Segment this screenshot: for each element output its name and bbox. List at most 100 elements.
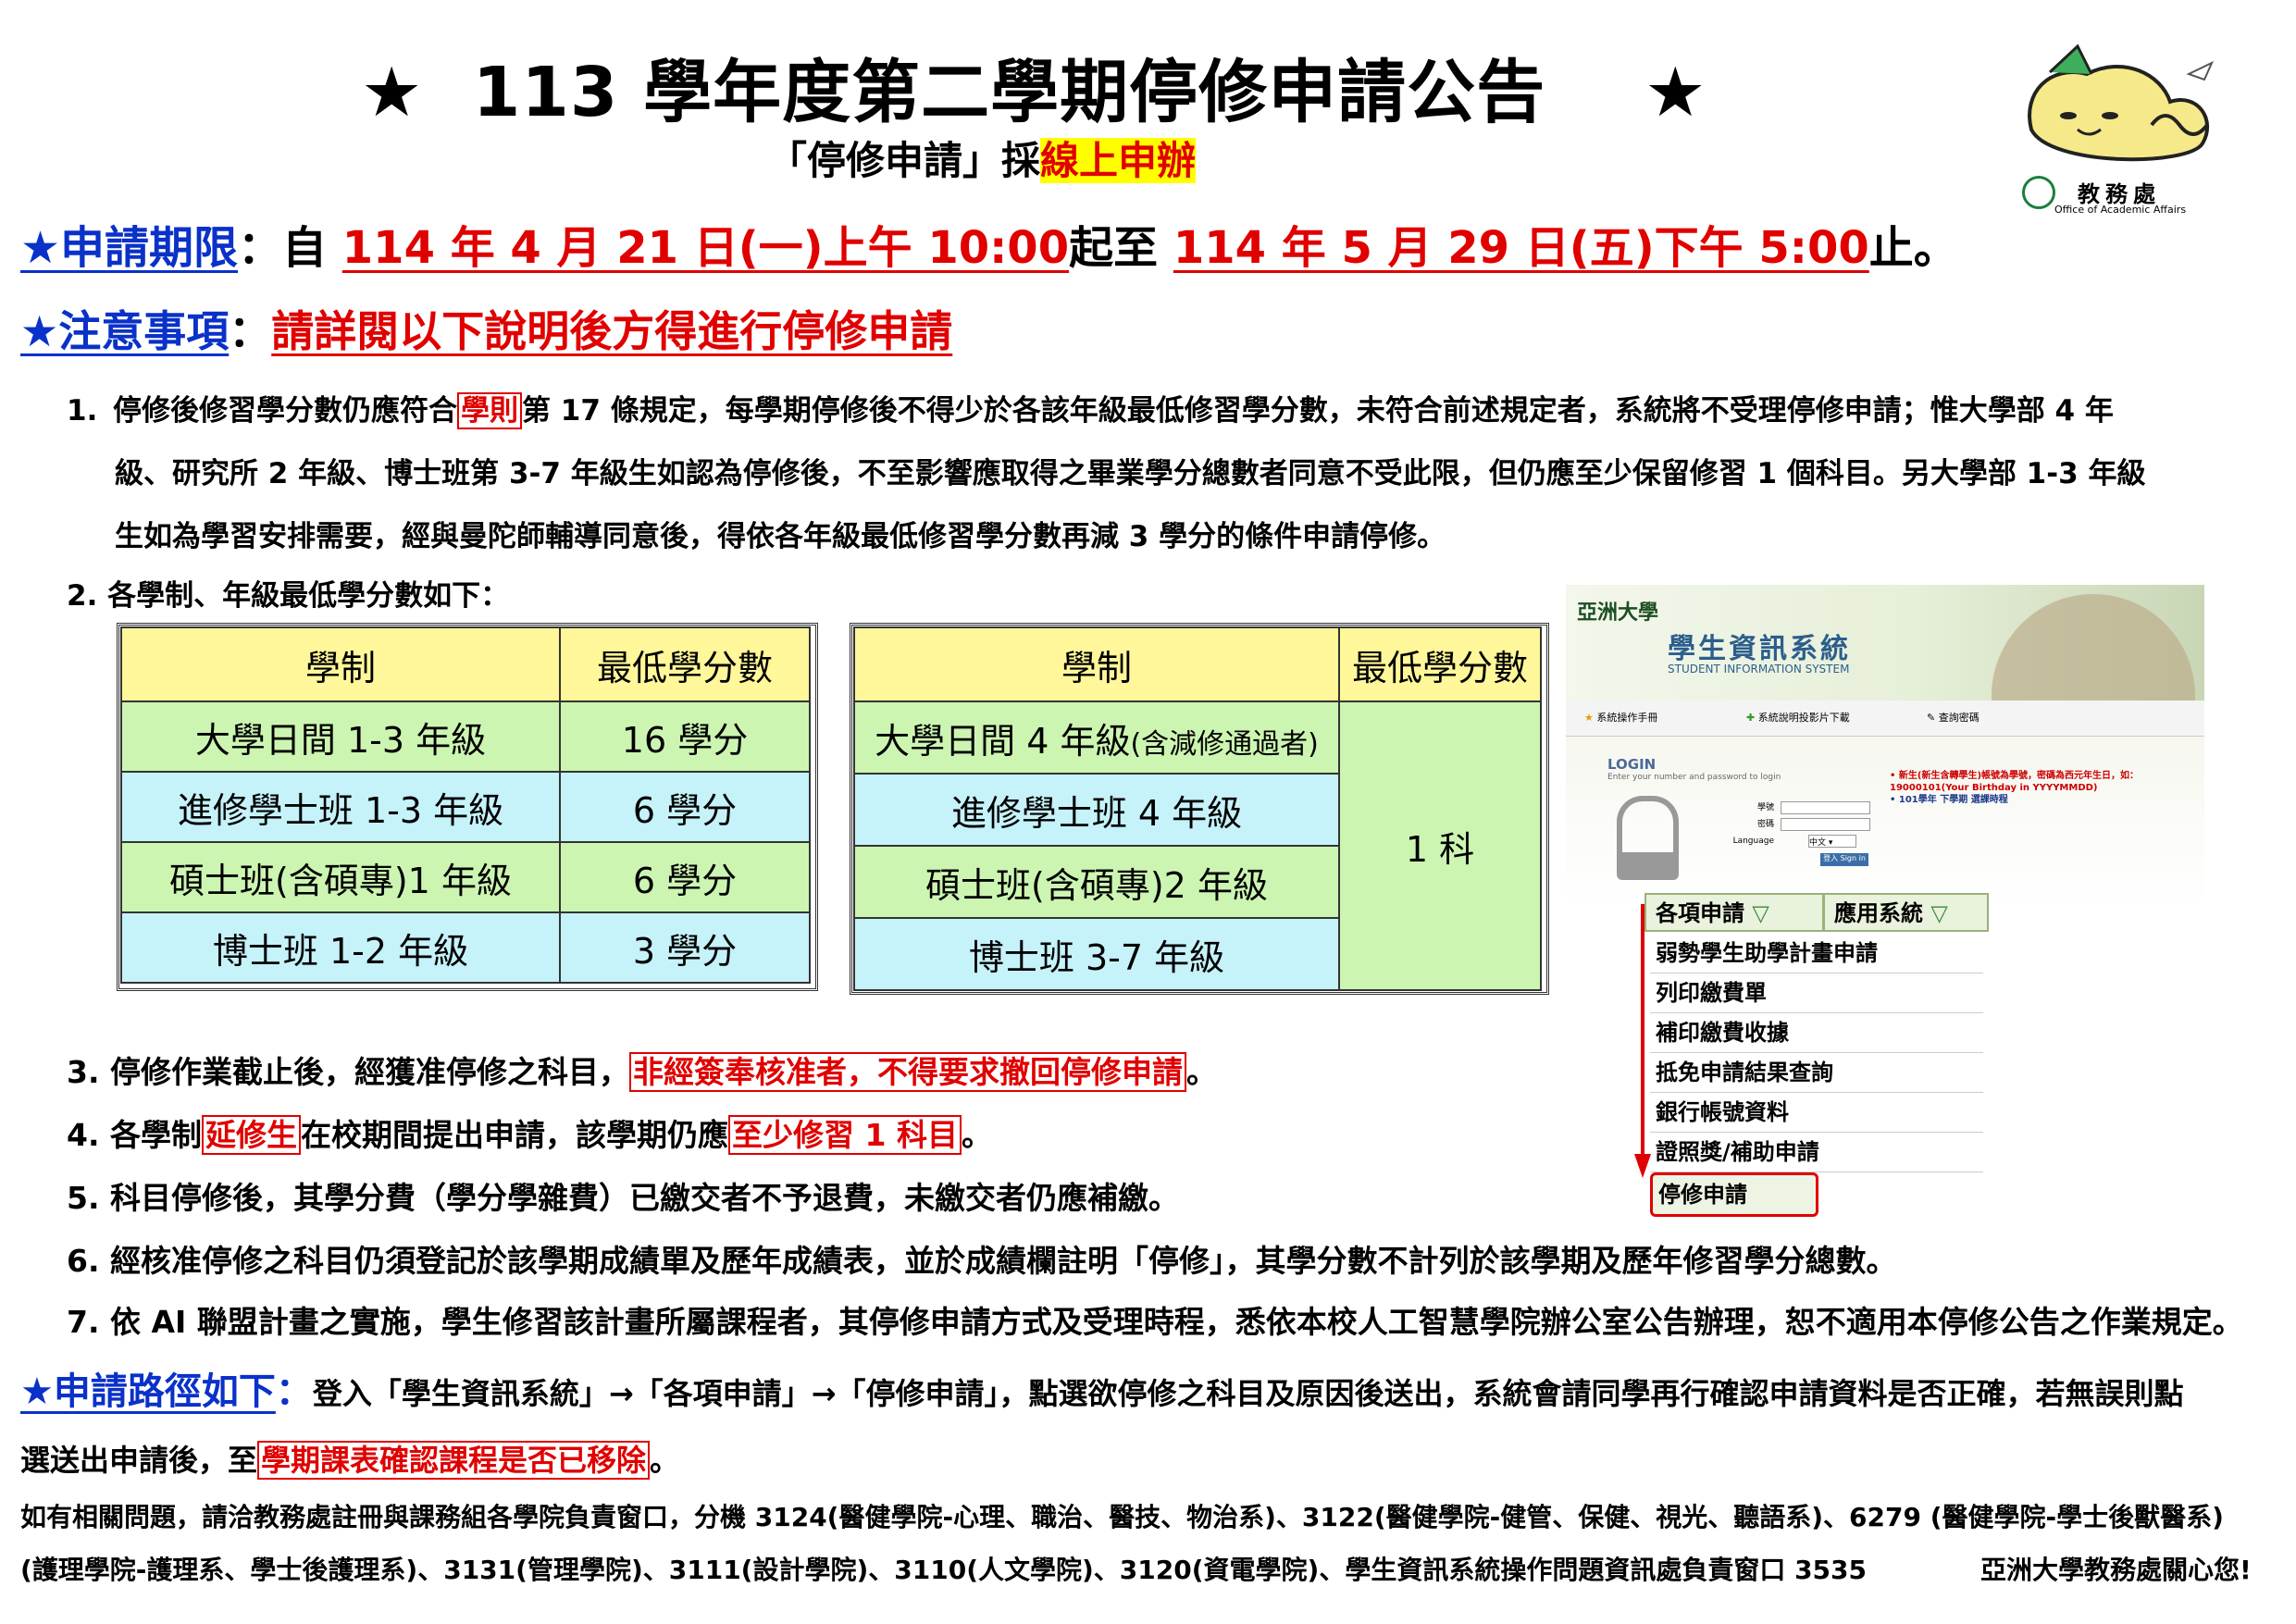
tab-applications-label: 各項申請 xyxy=(1656,900,1744,926)
news-1: 新生(新生含轉學生)帳號為學號，密碼為西元年生日，如：19000101(Your… xyxy=(1890,771,2140,793)
news-item[interactable]: • 101學年 下學期 選課時程 xyxy=(1890,794,2186,806)
item-7: 7. 依 AI 聯盟計畫之實施，學生修習該計畫所屬課程者，其停修申請方式及受理時… xyxy=(67,1304,2243,1340)
item-4-boxed-1: 延修生 xyxy=(202,1115,301,1155)
item-6: 6. 經核准停修之科目仍須登記於該學期成績單及歷年成績表，並於成績欄註明「停修」… xyxy=(67,1243,1897,1279)
table-row-credits: 6 學分 xyxy=(559,771,811,843)
item-1-line2: 級、研究所 2 年級、博士班第 3-7 年級生如認為停修後，不至影響應取得之畢業… xyxy=(115,457,2146,490)
table-left: 學制 最低學分數 大學日間 1-3 年級 16 學分 進修學士班 1-3 年級 6 … xyxy=(120,626,811,984)
subtitle-highlight: 線上申辦 xyxy=(1040,138,1197,183)
item-4: 4. 各學制 延修生 在校期間提出申請，該學期仍應 至少修習 1 科目。 xyxy=(67,1110,992,1155)
table-row-program: 大學日間 4 年級(含減修通過者) xyxy=(853,700,1340,775)
table-row-credits: 3 學分 xyxy=(559,911,811,984)
notice-colon: ： xyxy=(229,306,272,356)
table-row-program: 碩士班(含碩專)1 年級 xyxy=(120,841,561,913)
login-field-id-label: 學號 xyxy=(1756,803,1774,812)
menu-list: 弱勢學生助學計畫申請 列印繳費單 補印繳費收據 抵免申請結果查詢 銀行帳號資料 … xyxy=(1650,934,1983,1217)
table-row-credits: 6 學分 xyxy=(559,841,811,913)
item-1-number: 1. xyxy=(67,394,98,428)
system-nav-manual[interactable]: ★ 系統操作手冊 xyxy=(1584,710,1657,725)
login-hint: Enter your number and password to login xyxy=(1607,773,1781,782)
table-right: 學制 最低學分數 大學日間 4 年級(含減修通過者) 1 科 進修學士班 4 年… xyxy=(853,626,1542,991)
news-item: • 新生(新生含轉學生)帳號為學號，密碼為西元年生日，如：19000101(Yo… xyxy=(1890,771,2140,793)
item-4-text-a: 4. 各學制 xyxy=(67,1117,202,1153)
period-start: 114 年 4 月 21 日(一)上午 10:00 xyxy=(341,222,1070,274)
menu-item[interactable]: 抵免申請結果查詢 xyxy=(1650,1053,1983,1093)
table-row-program: 大學日間 1-3 年級 xyxy=(120,700,561,773)
subtitle: 「停修申請」採線上申辦 xyxy=(768,130,1197,186)
star-right-icon: ★ xyxy=(1644,53,1707,132)
tab-app-systems[interactable]: 應用系統 ▽ xyxy=(1823,893,1989,932)
item-3-text-b: 。 xyxy=(1186,1054,1217,1090)
item-4-boxed-2: 至少修習 1 科目 xyxy=(728,1115,962,1155)
pencil-icon: ✎ xyxy=(1927,712,1936,724)
notice-label: ★注意事項 xyxy=(20,306,230,356)
table-row-program: 進修學士班 4 年級 xyxy=(853,773,1340,847)
login-button[interactable]: 登入 Sign in xyxy=(1820,853,1868,866)
nav-manual-label: 系統操作手冊 xyxy=(1596,712,1658,724)
path-label: ★申請路徑如下 xyxy=(20,1370,276,1413)
item-1-text-a: 停修後修習學分數仍應符合 xyxy=(113,394,457,428)
system-title: 學生資訊系統 xyxy=(1668,633,1851,665)
table-row-program: 碩士班(含碩專)2 年級 xyxy=(853,845,1340,919)
arrow-down-icon xyxy=(1634,904,1651,1178)
period-colon: ：自 xyxy=(238,222,328,274)
period-tail: 止。 xyxy=(1868,222,1958,274)
tab-app-systems-label: 應用系統 xyxy=(1834,900,1923,926)
star-left-icon: ★ xyxy=(361,53,424,132)
menu-item[interactable]: 證照獎/補助申請 xyxy=(1650,1133,1983,1172)
tab-applications[interactable]: 各項申請 ▽ xyxy=(1644,893,1824,932)
page-title: ★ 113 學年度第二學期停修申請公告 ★ xyxy=(361,37,1707,136)
footer-line-1: 如有相關問題，請洽教務處註冊與課務組各學院負責窗口，分機 3124(醫健學院-心… xyxy=(20,1502,2224,1532)
login-field-pw-label: 密碼 xyxy=(1756,820,1774,829)
item-1: 1. 停修後修習學分數仍應符合 學則第 17 條規定，每學期停修後不得少於各該年級最… xyxy=(67,379,2269,568)
menu-item-suspend[interactable]: 停修申請 xyxy=(1650,1172,1818,1217)
table-row-program: 博士班 1-2 年級 xyxy=(120,911,561,984)
path-text-a: 登入「學生資訊系統」→「各項申請」→「停修申請」，點選欲停修之科目及原因後送出，… xyxy=(312,1376,2184,1411)
table-right-header-program: 學制 xyxy=(853,626,1340,702)
item-2: 2. 各學制、年級最低學分數如下： xyxy=(67,579,510,613)
item-1-boxed: 學則 xyxy=(457,392,522,429)
period-label: ★申請期限 xyxy=(20,222,239,274)
item-5: 5. 科目停修後，其學分費（學分學雜費）已繳交者不予退費，未繳交者仍應補繳。 xyxy=(67,1180,1179,1216)
language-select[interactable]: 中文 ▾ xyxy=(1808,835,1856,848)
item-3-boxed: 非經簽奉核准者，不得要求撤回停修申請 xyxy=(629,1052,1186,1092)
table-left-header-credits: 最低學分數 xyxy=(559,626,811,702)
item-3-text-a: 3. 停修作業截止後，經獲准停修之科目， xyxy=(67,1054,629,1090)
news-2: 101學年 下學期 選課時程 xyxy=(1898,795,2008,805)
login-fields: 學號 密碼 Language xyxy=(1705,800,1774,849)
lock-icon xyxy=(1617,796,1679,880)
system-nav-password[interactable]: ✎ 查詢密碼 xyxy=(1927,710,1980,725)
path-text-b: 選送出申請後，至 xyxy=(20,1443,258,1478)
star-icon: ★ xyxy=(1584,712,1594,724)
seal-icon xyxy=(2022,176,2055,209)
chevron-down-icon: ▽ xyxy=(1752,900,1769,926)
footer-line-2: (護理學院-護理系、學士後護理系)、3131(管理學院)、3111(設計學院)、… xyxy=(20,1555,1867,1585)
notice-heading: ★注意事項：請詳閱以下說明後方得進行停修申請 xyxy=(20,298,952,359)
system-nav-slides[interactable]: ✚ 系統說明投影片下載 xyxy=(1746,710,1850,725)
menu-item[interactable]: 銀行帳號資料 xyxy=(1650,1093,1983,1133)
student-id-input[interactable] xyxy=(1781,801,1870,814)
path-boxed: 學期課表確認課程是否已移除 xyxy=(257,1441,651,1480)
table-right-merged-value: 1 科 xyxy=(1338,700,1542,991)
footer-sign: 亞洲大學教務處關心您! xyxy=(1980,1555,2252,1585)
table-right-row0-note: (含減修通過者) xyxy=(1130,727,1319,761)
system-news: • 新生(新生含轉學生)帳號為學號，密碼為西元年生日，如：19000101(Yo… xyxy=(1890,770,2186,806)
subtitle-prefix: 「停修申請」採 xyxy=(768,138,1041,183)
menu-item[interactable]: 補印繳費收據 xyxy=(1650,1013,1983,1053)
item-1-line3: 生如為學習安排需要，經與曼陀師輔導同意後，得依各年級最低修習學分數再減 3 學分… xyxy=(115,520,1446,553)
system-nav: ★ 系統操作手冊 ✚ 系統說明投影片下載 ✎ 查詢密碼 xyxy=(1566,700,2204,737)
plus-icon: ✚ xyxy=(1746,712,1756,724)
system-univ: 亞洲大學 xyxy=(1577,601,1659,625)
item-1-text-b: 第 17 條規定，每學期停修後不得少於各該年級最低修習學分數，未符合前述規定者，… xyxy=(522,394,2114,428)
system-screenshot: 亞洲大學 學生資訊系統 STUDENT INFORMATION SYSTEM ★… xyxy=(1566,585,2204,909)
menu-item[interactable]: 列印繳費單 xyxy=(1650,973,1983,1013)
logo-org-en: Office of Academic Affairs xyxy=(2054,204,2187,216)
system-title-en: STUDENT INFORMATION SYSTEM xyxy=(1668,663,1850,676)
title-text: 113 學年度第二學期停修申請公告 xyxy=(472,53,1546,132)
item-4-text-b: 在校期間提出申請，該學期仍應 xyxy=(301,1117,728,1153)
password-input[interactable] xyxy=(1781,818,1870,831)
menu-item[interactable]: 弱勢學生助學計畫申請 xyxy=(1650,934,1983,973)
mascot-icon xyxy=(2028,43,2215,162)
office-logo: 教務處 Office of Academic Affairs xyxy=(2013,37,2235,222)
table-left-header-program: 學制 xyxy=(120,626,561,702)
